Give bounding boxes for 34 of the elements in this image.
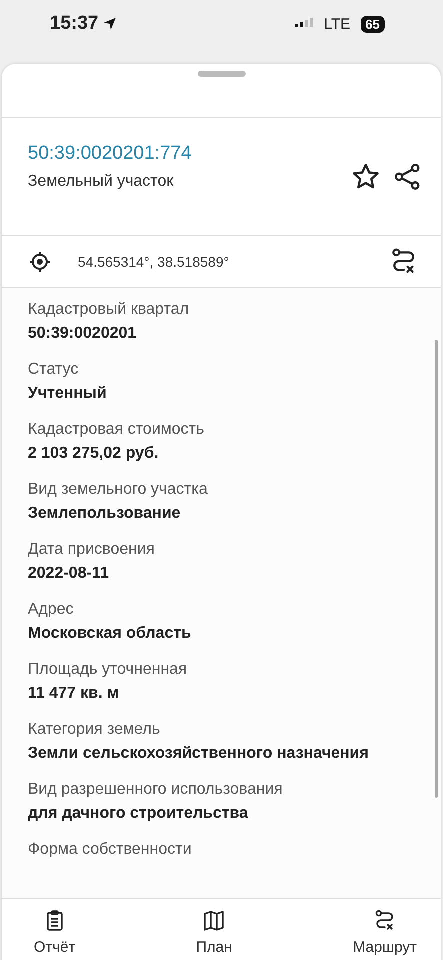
field-value: Земли сельскохозяйственного назначения (28, 745, 370, 763)
field-value: для дачного строительства (28, 805, 250, 823)
field-value: 2022-08-11 (28, 565, 110, 583)
location-arrow-icon (102, 17, 117, 31)
network-label: LTE (324, 16, 351, 32)
cadastral-number[interactable]: 50:39:0020201:774 (28, 142, 339, 164)
field-label: Вид земельного участка (28, 481, 209, 499)
field-label: Статус (28, 361, 80, 379)
field-label: Вид разрешенного использования (28, 781, 284, 799)
scrollbar[interactable] (435, 340, 438, 798)
field-label: Площадь уточненная (28, 661, 188, 679)
field-label: Форма собственности (28, 841, 193, 859)
field-value: Московская область (28, 625, 192, 643)
star-icon[interactable] (351, 162, 381, 192)
sheet-handle[interactable] (198, 71, 246, 77)
nav-button[interactable]: Отчёт (20, 899, 90, 960)
battery-indicator: 65 (360, 16, 385, 32)
field-value: Землепользование (28, 505, 182, 523)
status-time: 15:37 (50, 13, 99, 35)
field-label: Дата присвоения (28, 541, 156, 559)
field-label: Кадастровая стоимость (28, 421, 206, 439)
field-label: Адрес (28, 601, 75, 619)
location-target-icon[interactable] (28, 250, 52, 274)
field-label: Категория земель (28, 721, 162, 739)
field-value: 2 103 275,02 руб. (28, 445, 160, 463)
nav-button[interactable]: План (182, 899, 246, 960)
field-value: Учтенный (28, 385, 108, 403)
map-icon (202, 909, 226, 933)
object-type: Земельный участок (28, 172, 175, 190)
coordinates-text: 54.565314°, 38.518589° (78, 254, 230, 270)
nav-button[interactable]: Маршрут (339, 899, 431, 960)
field-label: Кадастровый квартал (28, 301, 190, 319)
field-value: 11 477 кв. м (28, 685, 120, 703)
field-value: 50:39:0020201 (28, 325, 138, 343)
